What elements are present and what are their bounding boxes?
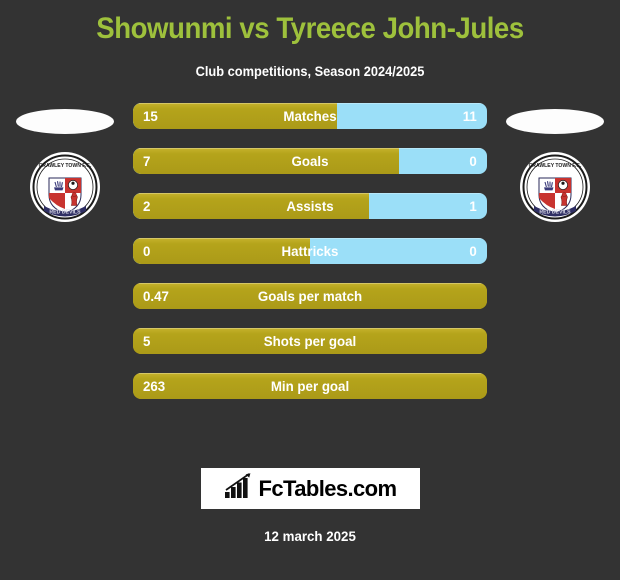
footer: FcTables.com 12 march 2025 (0, 468, 620, 580)
stat-value-away: 0 (469, 243, 477, 259)
stat-bar-row: 263 Min per goal (133, 373, 487, 399)
stat-value-away: 11 (462, 108, 477, 124)
page-subtitle: Club competitions, Season 2024/2025 (195, 64, 425, 79)
footer-date: 12 march 2025 (264, 528, 356, 544)
header: Showunmi vs Tyreece John-Jules Club comp… (0, 0, 620, 79)
stat-label: Hattricks (281, 243, 339, 259)
team-left: CRAWLEY TOWN F.C. RED DEVILS (0, 103, 130, 283)
stat-value-away: 1 (469, 198, 477, 214)
comparison-area: CRAWLEY TOWN F.C. RED DEVILS CRAWLEY TOW… (0, 103, 620, 403)
stat-label: Goals (291, 153, 329, 169)
stat-bar-row: 0.47 Goals per match (133, 283, 487, 309)
stat-label: Assists (286, 198, 334, 214)
stat-value-away: 0 (469, 153, 477, 169)
stat-bar-row: 2 Assists 1 (133, 193, 487, 219)
stat-bars: 15 Matches 11 7 Goals 0 2 Assists 1 0 Hattricks 0 0.… (133, 103, 487, 418)
team-right-badge: CRAWLEY TOWN F.C. RED DEVILS (519, 151, 591, 223)
brand-name: FcTables.com (258, 475, 397, 501)
team-left-flag (16, 109, 114, 134)
stat-label: Matches (283, 108, 337, 124)
stat-label: Shots per goal (263, 333, 357, 349)
bar-chart-growth-icon (224, 473, 254, 504)
stat-bar-row: 5 Shots per goal (133, 328, 487, 354)
page-title: Showunmi vs Tyreece John-Jules (96, 12, 524, 45)
stat-bar-row: 15 Matches 11 (133, 103, 487, 129)
team-right-flag (506, 109, 604, 134)
stat-label: Min per goal (270, 378, 350, 394)
stat-bar-row: 7 Goals 0 (133, 148, 487, 174)
svg-text:CRAWLEY TOWN F.C.: CRAWLEY TOWN F.C. (529, 163, 582, 169)
svg-text:RED DEVILS: RED DEVILS (539, 210, 571, 216)
svg-text:CRAWLEY TOWN F.C.: CRAWLEY TOWN F.C. (39, 163, 92, 169)
svg-text:RED DEVILS: RED DEVILS (49, 210, 81, 216)
stat-bar-row: 0 Hattricks 0 (133, 238, 487, 264)
fctables-logo[interactable]: FcTables.com (200, 468, 420, 509)
team-right: CRAWLEY TOWN F.C. RED DEVILS (490, 103, 620, 283)
stat-label: Goals per match (257, 288, 363, 304)
team-left-badge: CRAWLEY TOWN F.C. RED DEVILS (29, 151, 101, 223)
